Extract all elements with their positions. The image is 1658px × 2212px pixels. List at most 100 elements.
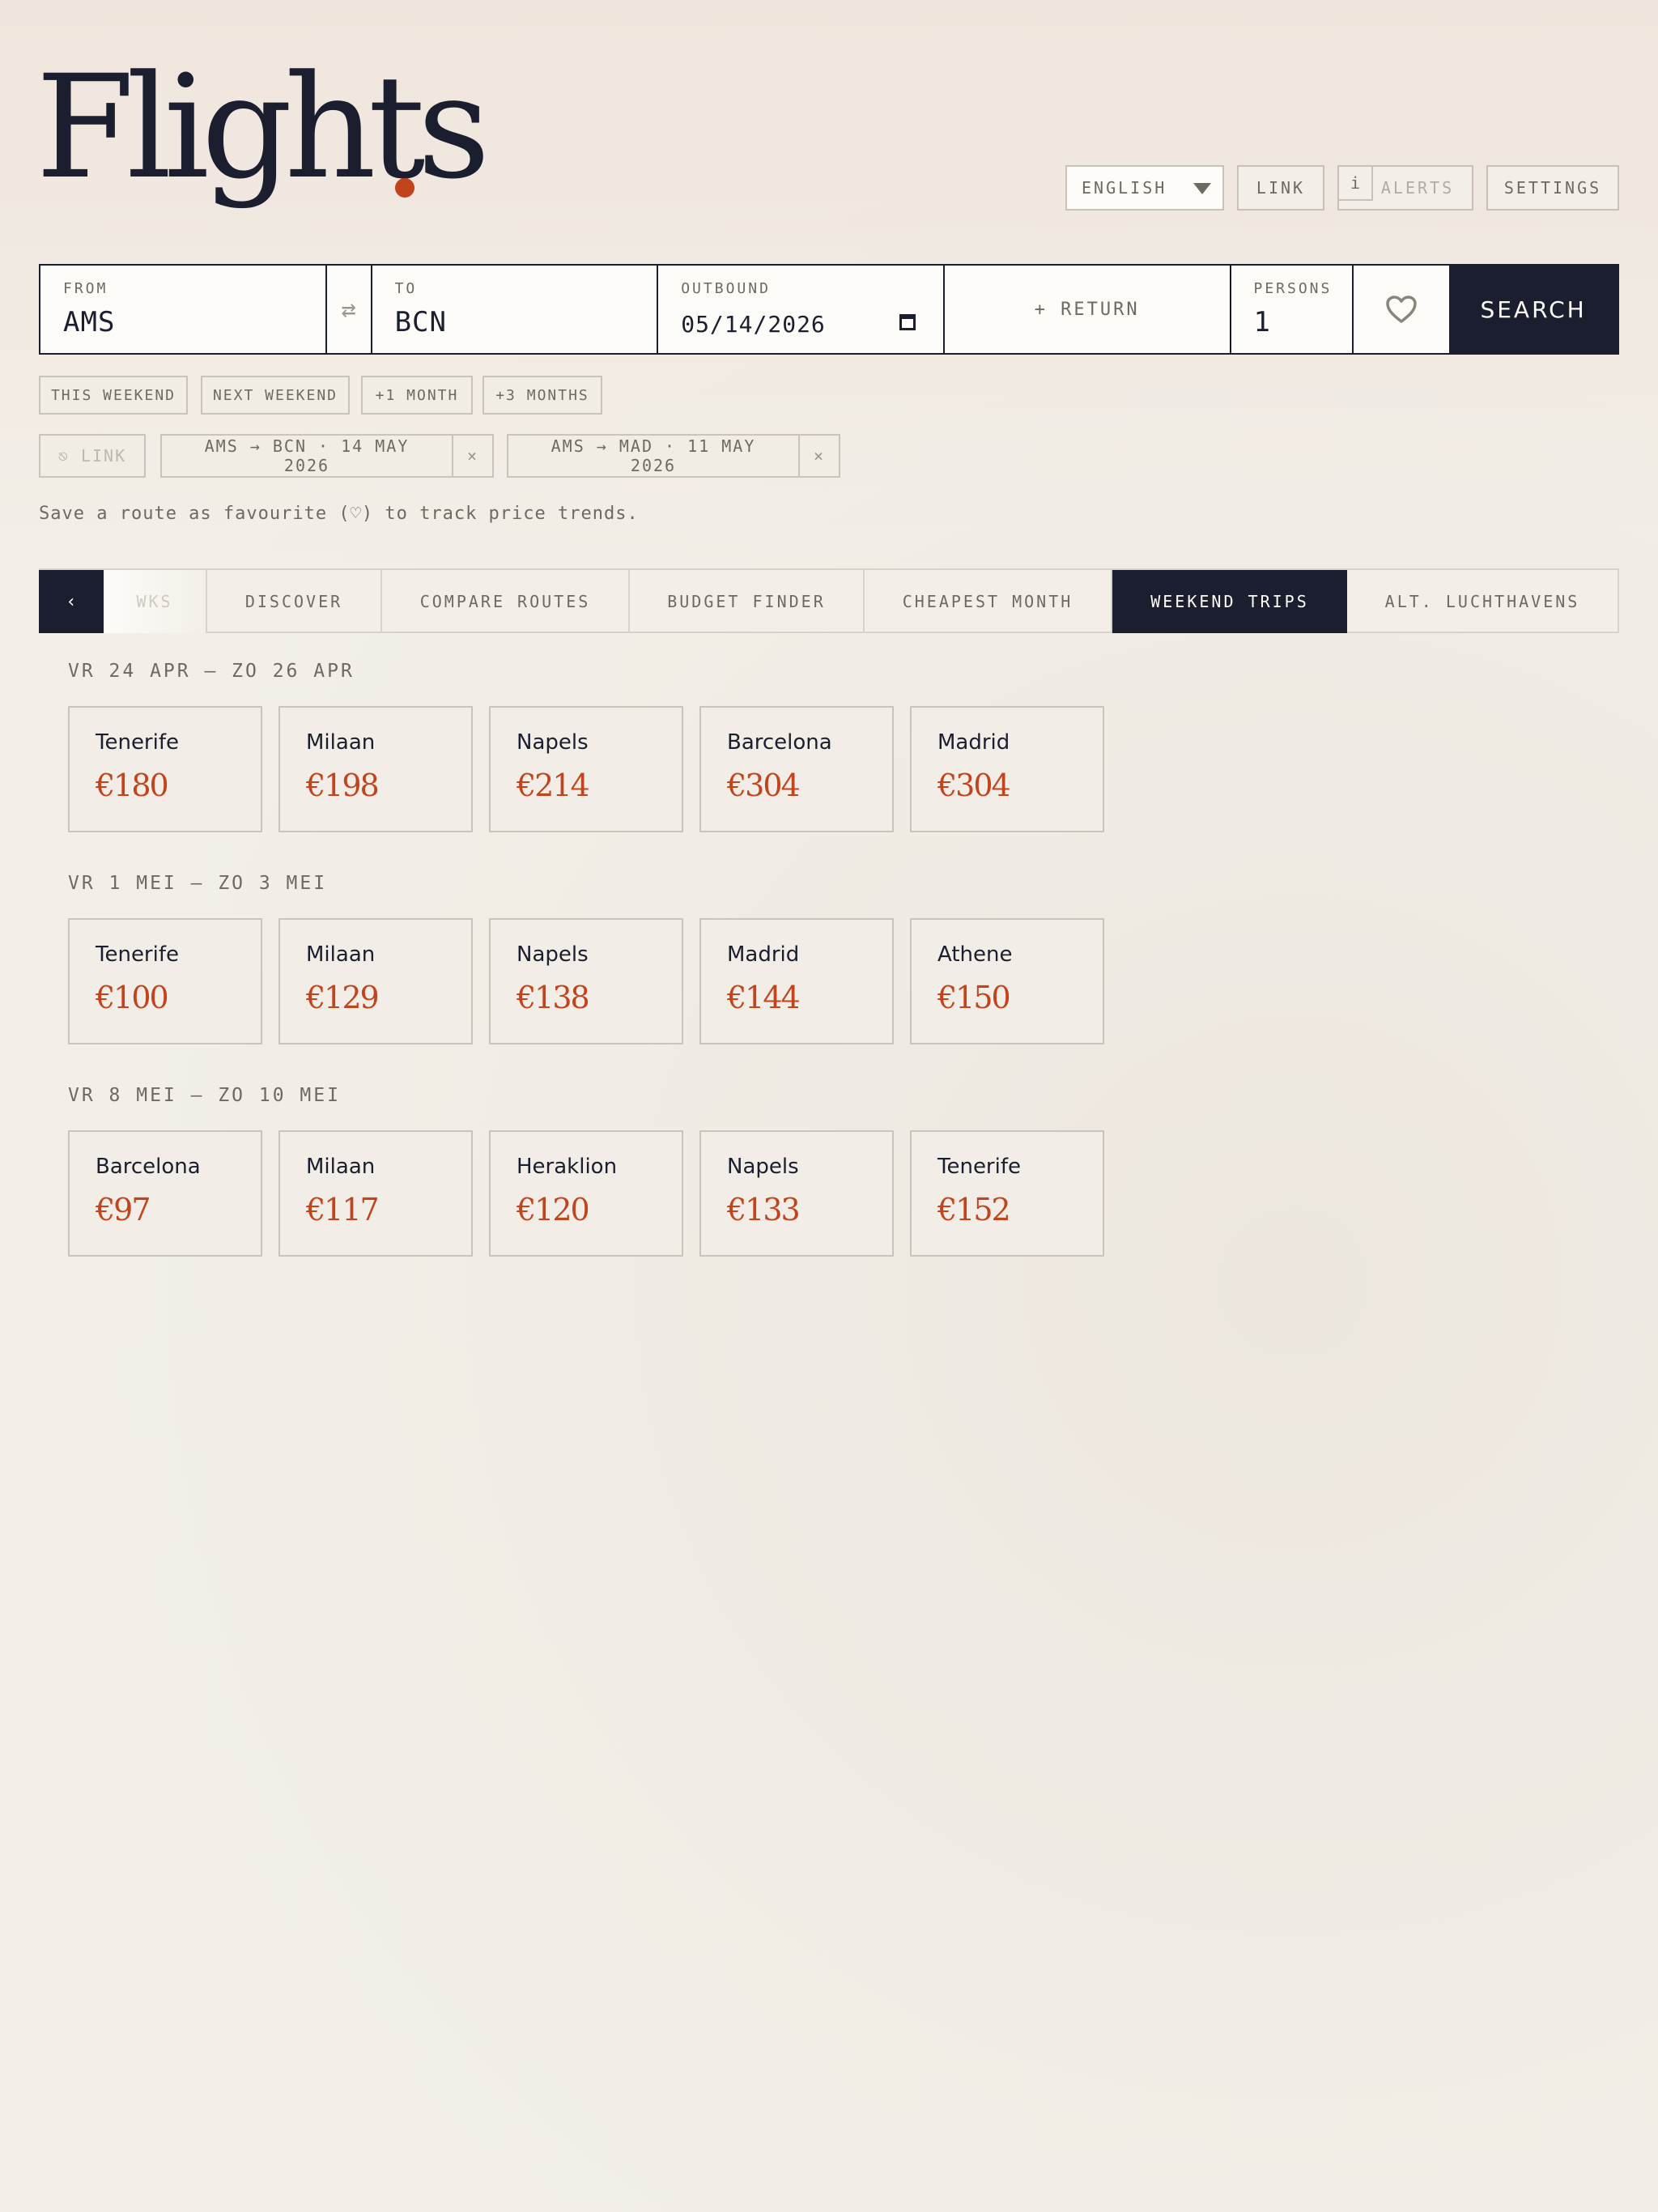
trip-price: €117 — [306, 1192, 380, 1227]
trip-city: Barcelona — [96, 1155, 201, 1179]
remove-route-button[interactable]: × — [798, 436, 839, 476]
trip-price: €304 — [937, 768, 1011, 803]
settings-button[interactable]: SETTINGS — [1486, 165, 1619, 211]
trip-price: €133 — [727, 1192, 801, 1227]
trip-city: Tenerife — [96, 730, 179, 755]
trip-price: €198 — [306, 768, 380, 803]
outbound-date-input[interactable]: 05/14/2026 — [681, 311, 826, 338]
saved-route-chip[interactable]: AMS → MAD · 11 MAY 2026 × — [507, 434, 840, 478]
remove-route-button[interactable]: × — [452, 436, 492, 476]
from-field[interactable]: FROM AMS — [40, 266, 327, 353]
language-value: ENGLISH — [1082, 178, 1167, 198]
chip-plus-3-months[interactable]: +3 MONTHS — [483, 376, 602, 415]
trip-card[interactable]: Athene €150 — [910, 918, 1104, 1044]
trip-city: Madrid — [937, 730, 1010, 755]
persons-label: PERSONS — [1253, 280, 1333, 297]
add-return-button[interactable]: + RETURN — [945, 266, 1231, 353]
saved-link-button[interactable]: ⎋ LINK — [39, 434, 146, 478]
trip-card[interactable]: Madrid €304 — [910, 706, 1104, 832]
tab-bar: ‹ WKS DISCOVER COMPARE ROUTES BUDGET FIN… — [39, 568, 1619, 633]
trip-city: Heraklion — [517, 1155, 618, 1179]
trip-price: €180 — [96, 768, 169, 803]
trip-card[interactable]: Milaan €129 — [278, 918, 473, 1044]
trip-price: €97 — [96, 1192, 151, 1227]
chevron-down-icon — [1193, 183, 1211, 194]
chip-next-weekend[interactable]: NEXT WEEKEND — [201, 376, 350, 415]
favourite-button[interactable] — [1354, 266, 1449, 353]
trip-city: Tenerife — [96, 942, 179, 967]
outbound-label: OUTBOUND — [681, 280, 771, 297]
tab-weekend-trips[interactable]: WEEKEND TRIPS — [1112, 570, 1347, 633]
chip-this-weekend[interactable]: THIS WEEKEND — [39, 376, 188, 415]
to-input[interactable]: BCN — [395, 306, 447, 338]
trip-city: Milaan — [306, 730, 376, 755]
trip-card[interactable]: Milaan €198 — [278, 706, 473, 832]
persons-field[interactable]: PERSONS 1 — [1231, 266, 1354, 353]
tab-budget-finder[interactable]: BUDGET FINDER — [630, 570, 865, 633]
trip-card[interactable]: Napels €214 — [489, 706, 683, 832]
logo-dot — [395, 178, 414, 198]
trip-card[interactable]: Napels €133 — [699, 1130, 894, 1257]
trip-city: Napels — [727, 1155, 799, 1179]
chip-plus-1-month[interactable]: +1 MONTH — [361, 376, 473, 415]
tab-alt-luchthavens[interactable]: ALT. LUCHTHAVENS — [1347, 570, 1618, 633]
tab-wks[interactable]: WKS — [104, 570, 207, 633]
saved-route-label: AMS → MAD · 11 MAY 2026 — [551, 436, 756, 475]
trip-card[interactable]: Tenerife €180 — [68, 706, 262, 832]
tab-cheapest-month[interactable]: CHEAPEST MONTH — [865, 570, 1112, 633]
return-label: + RETURN — [1034, 299, 1140, 320]
weekend-heading: VR 24 APR — ZO 26 APR — [68, 661, 355, 682]
swap-button[interactable]: ⇄ — [327, 266, 372, 353]
trip-city: Milaan — [306, 1155, 376, 1179]
search-button[interactable]: SEARCH — [1449, 266, 1618, 353]
trip-price: €150 — [937, 980, 1011, 1015]
trip-price: €304 — [727, 768, 801, 803]
trip-card[interactable]: Napels €138 — [489, 918, 683, 1044]
trip-price: €214 — [517, 768, 590, 803]
saved-route-label: AMS → BCN · 14 MAY 2026 — [204, 436, 410, 475]
tab-discover[interactable]: DISCOVER — [207, 570, 382, 633]
from-label: FROM — [63, 280, 108, 297]
logo-text: Flights — [36, 45, 491, 211]
trip-city: Barcelona — [727, 730, 832, 755]
alerts-label: ALERTS — [1380, 178, 1455, 198]
trip-city: Madrid — [727, 942, 800, 967]
to-field[interactable]: TO BCN — [372, 266, 659, 353]
persons-input[interactable]: 1 — [1254, 306, 1271, 338]
trip-price: €100 — [96, 980, 169, 1015]
from-input[interactable]: AMS — [63, 306, 115, 338]
search-bar: FROM AMS ⇄ TO BCN OUTBOUND 05/14/2026 + … — [39, 264, 1619, 355]
trip-card[interactable]: Tenerife €100 — [68, 918, 262, 1044]
tabs-prev-button[interactable]: ‹ — [39, 570, 104, 633]
trip-card[interactable]: Milaan €117 — [278, 1130, 473, 1257]
tab-compare-routes[interactable]: COMPARE ROUTES — [382, 570, 630, 633]
trip-city: Milaan — [306, 942, 376, 967]
favourite-hint: Save a route as favourite (♡) to track p… — [39, 504, 639, 524]
alerts-button[interactable]: i ALERTS — [1337, 165, 1473, 211]
trip-price: €144 — [727, 980, 801, 1015]
info-icon: i — [1339, 167, 1373, 201]
weekend-heading: VR 8 MEI — ZO 10 MEI — [68, 1085, 341, 1106]
trip-city: Napels — [517, 942, 589, 967]
heart-icon — [1386, 296, 1418, 323]
trip-card[interactable]: Tenerife €152 — [910, 1130, 1104, 1257]
saved-route-chip[interactable]: AMS → BCN · 14 MAY 2026 × — [160, 434, 494, 478]
trip-card[interactable]: Barcelona €97 — [68, 1130, 262, 1257]
trip-price: €129 — [306, 980, 380, 1015]
calendar-icon[interactable] — [899, 314, 916, 330]
trip-card[interactable]: Heraklion €120 — [489, 1130, 683, 1257]
trip-card[interactable]: Madrid €144 — [699, 918, 894, 1044]
language-select[interactable]: ENGLISH — [1065, 165, 1224, 211]
trip-city: Athene — [937, 942, 1013, 967]
trip-city: Napels — [517, 730, 589, 755]
trip-card[interactable]: Barcelona €304 — [699, 706, 894, 832]
logo: Flights — [36, 45, 491, 235]
weekend-heading: VR 1 MEI — ZO 3 MEI — [68, 873, 328, 894]
to-label: TO — [394, 280, 418, 297]
outbound-field[interactable]: OUTBOUND 05/14/2026 — [658, 266, 945, 353]
trip-price: €120 — [517, 1192, 590, 1227]
trip-city: Tenerife — [937, 1155, 1021, 1179]
trip-price: €138 — [517, 980, 590, 1015]
trip-price: €152 — [937, 1192, 1011, 1227]
link-button[interactable]: LINK — [1237, 165, 1324, 211]
